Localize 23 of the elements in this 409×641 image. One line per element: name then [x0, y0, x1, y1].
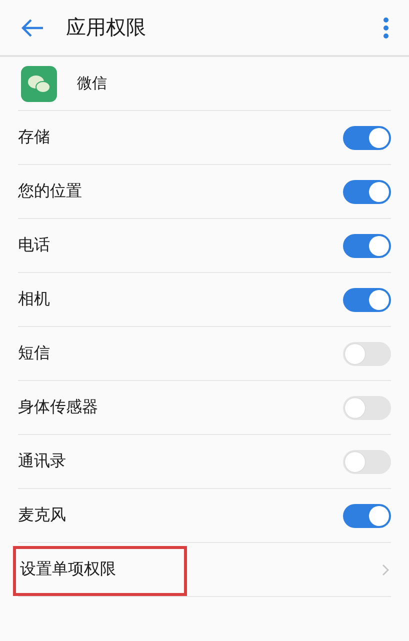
toggle-switch[interactable]	[343, 504, 391, 528]
chat-bubbles-icon	[21, 66, 57, 102]
permission-label: 麦克风	[18, 505, 66, 526]
app-name: 微信	[77, 74, 107, 93]
permission-label: 电话	[18, 235, 50, 256]
toggle-switch[interactable]	[343, 180, 391, 204]
toggle-switch[interactable]	[343, 396, 391, 420]
permission-label: 您的位置	[18, 181, 82, 202]
more-options-icon[interactable]	[383, 16, 389, 38]
chevron-right-icon	[382, 564, 389, 576]
page-title: 应用权限	[66, 14, 147, 41]
permission-label: 通讯录	[18, 451, 66, 472]
permission-label: 身体传感器	[18, 397, 98, 418]
settings-list-item[interactable]: 设置单项权限	[18, 543, 391, 597]
permission-label: 相机	[18, 289, 50, 310]
toggle-switch[interactable]	[343, 126, 391, 150]
permission-label: 短信	[18, 343, 50, 364]
toggle-switch[interactable]	[343, 288, 391, 312]
toggle-switch[interactable]	[343, 234, 391, 258]
permission-label: 存储	[18, 127, 50, 148]
back-arrow-icon[interactable]	[20, 18, 44, 38]
toggle-switch[interactable]	[343, 450, 391, 474]
toggle-switch[interactable]	[343, 342, 391, 366]
